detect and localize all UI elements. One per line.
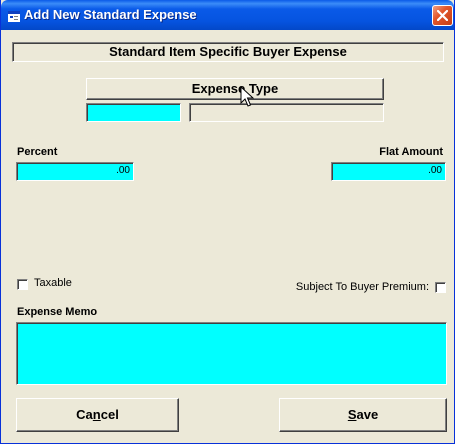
expense-type-code-field[interactable] — [86, 103, 181, 122]
taxable-checkbox[interactable] — [17, 279, 28, 290]
cancel-label-end: cel — [100, 407, 119, 422]
percent-label: Percent — [17, 146, 58, 158]
title-bar[interactable]: Add New Standard Expense — [1, 0, 454, 30]
save-button[interactable]: Save — [279, 398, 447, 432]
mouse-pointer-icon — [240, 86, 254, 107]
save-label-end: ave — [356, 407, 379, 422]
expense-memo-field[interactable] — [16, 322, 447, 385]
close-button[interactable] — [432, 5, 453, 26]
flat-amount-label: Flat Amount — [379, 146, 443, 158]
percent-field[interactable]: .00 — [16, 162, 134, 181]
section-header: Standard Item Specific Buyer Expense — [12, 42, 444, 62]
window-title: Add New Standard Expense — [24, 7, 197, 22]
buyer-premium-checkbox[interactable] — [435, 282, 446, 293]
close-icon — [437, 10, 448, 21]
taxable-label: Taxable — [34, 277, 72, 289]
cancel-button[interactable]: Cancel — [16, 398, 179, 432]
buyer-premium-label: Subject To Buyer Premium: — [295, 281, 429, 293]
expense-memo-label: Expense Memo — [17, 306, 98, 318]
cancel-label-start: Ca — [76, 407, 93, 422]
cancel-accelerator-key: n — [92, 407, 101, 422]
expense-type-button[interactable]: Expense Type — [86, 78, 384, 100]
expense-type-description-field — [189, 103, 384, 122]
add-standard-expense-dialog: Add New Standard Expense Standard Item S… — [0, 0, 455, 444]
app-form-icon — [8, 9, 20, 22]
flat-amount-field[interactable]: .00 — [331, 162, 446, 181]
